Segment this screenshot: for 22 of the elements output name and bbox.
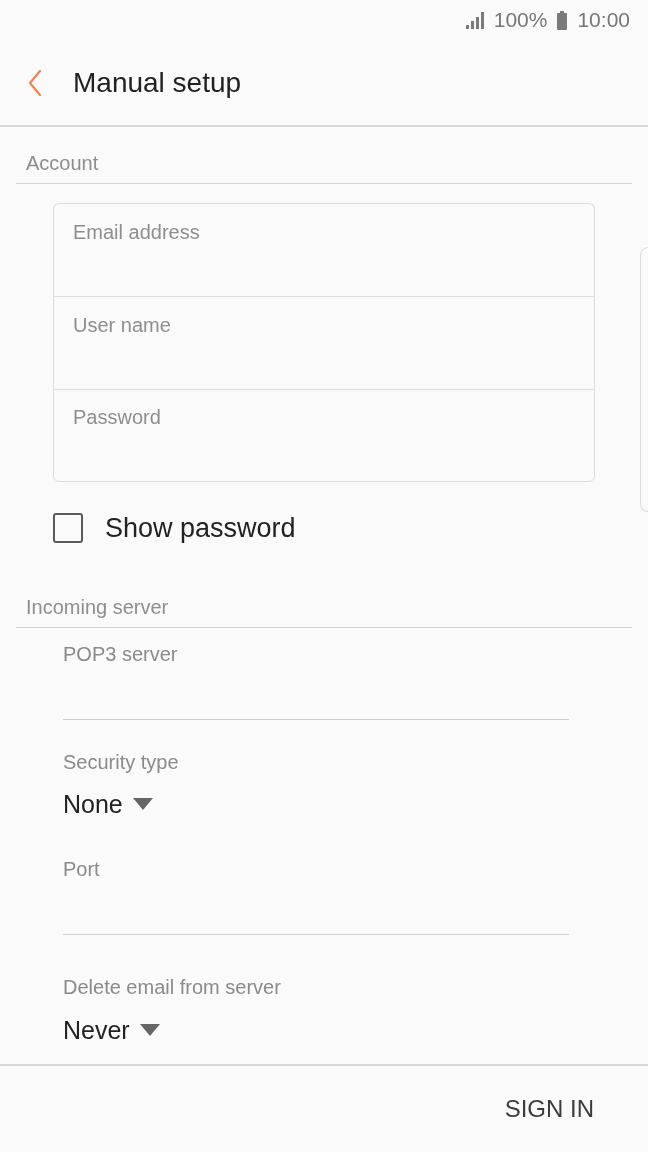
field-label: Delete email from server [63,975,281,999]
dropdown[interactable]: None [63,786,157,822]
caret-icon [139,1024,160,1036]
section-header: Account [26,151,99,175]
checkbox[interactable] [53,512,83,543]
sign-in-button[interactable]: SIGN IN [488,1087,610,1131]
section-header: Incoming server [26,595,169,619]
field-label: Port [63,857,100,881]
signal-icon [465,11,486,29]
battery-icon [557,10,568,30]
back-chevron-icon [28,69,42,96]
checkbox-label[interactable]: Show password [105,511,296,544]
input-field[interactable]: User name [53,296,595,389]
input-field[interactable]: Email address [53,203,595,296]
field-label: Security type [63,750,179,774]
screen-title: Manual setup [73,65,242,100]
clock-time: 10:00 [577,8,630,32]
dropdown[interactable]: Never [63,1012,164,1048]
caret-icon [132,798,153,810]
field-label: POP3 server [63,642,178,666]
battery-percent: 100% [493,8,548,32]
input-field[interactable]: Password [53,389,595,482]
